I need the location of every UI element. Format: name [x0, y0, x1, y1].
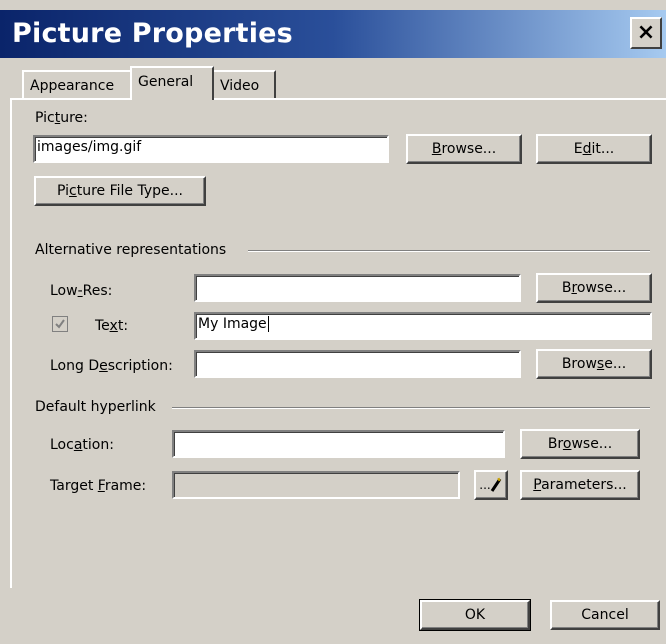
target-frame-input[interactable]	[172, 471, 460, 499]
parameters-label: Parameters...	[533, 477, 627, 493]
picture-browse-button[interactable]: Browse...	[406, 134, 522, 164]
checkmark-icon	[55, 319, 65, 329]
alt-text-input[interactable]: My Image	[194, 312, 652, 340]
tab-appearance-label: Appearance	[30, 78, 115, 94]
tab-panel-general	[10, 98, 666, 588]
default-hyperlink-heading: Default hyperlink	[35, 399, 156, 415]
tab-appearance[interactable]: Appearance	[22, 70, 132, 100]
text-caret	[267, 316, 269, 332]
lowres-browse-label: Browse...	[561, 280, 627, 296]
lowres-browse-button[interactable]: Browse...	[536, 273, 652, 303]
tab-general[interactable]: General	[130, 66, 214, 100]
tab-video-label: Video	[220, 78, 260, 94]
tab-video[interactable]: Video	[212, 70, 276, 100]
alternative-representations-heading: Alternative representations	[35, 242, 227, 258]
location-input[interactable]	[172, 430, 505, 458]
location-label: Location:	[50, 437, 114, 453]
picture-edit-button[interactable]: Edit...	[536, 134, 652, 164]
close-icon: ×	[636, 20, 656, 45]
text-label: Text:	[95, 318, 129, 334]
picture-browse-label: Browse...	[431, 141, 497, 157]
target-frame-picker-button[interactable]: ...	[474, 470, 508, 500]
hyperlink-group-divider	[172, 407, 650, 409]
pencil-icon	[490, 477, 501, 492]
alt-group-divider	[248, 250, 650, 252]
location-browse-button[interactable]: Browse...	[520, 429, 640, 459]
title-bar[interactable]: Picture Properties ×	[0, 10, 666, 58]
picture-path-input[interactable]: images/img.gif	[33, 135, 389, 163]
ok-button[interactable]: OK	[419, 599, 531, 631]
long-description-input[interactable]	[194, 350, 521, 378]
long-description-browse-label: Browse...	[561, 356, 627, 372]
parameters-button[interactable]: Parameters...	[520, 470, 640, 500]
lowres-label: Low-Res:	[50, 283, 113, 299]
picture-properties-dialog: Picture Properties × Appearance General …	[0, 0, 666, 644]
picture-edit-label: Edit...	[573, 141, 615, 157]
cancel-button[interactable]: Cancel	[550, 600, 660, 630]
cancel-label: Cancel	[581, 607, 629, 623]
ok-label: OK	[464, 607, 486, 623]
text-checkbox[interactable]	[52, 316, 68, 332]
long-description-label: Long Description:	[50, 358, 173, 374]
picture-file-type-label: Picture File Type...	[57, 183, 183, 199]
picture-file-type-button[interactable]: Picture File Type...	[34, 176, 206, 206]
target-frame-label: Target Frame:	[50, 478, 147, 494]
long-description-browse-button[interactable]: Browse...	[536, 349, 652, 379]
location-browse-label: Browse...	[547, 436, 613, 452]
lowres-input[interactable]	[194, 274, 521, 302]
picture-label: Picture:	[35, 110, 88, 126]
tab-general-label: General	[138, 74, 194, 90]
window-title: Picture Properties	[12, 18, 293, 49]
close-button[interactable]: ×	[630, 17, 662, 49]
